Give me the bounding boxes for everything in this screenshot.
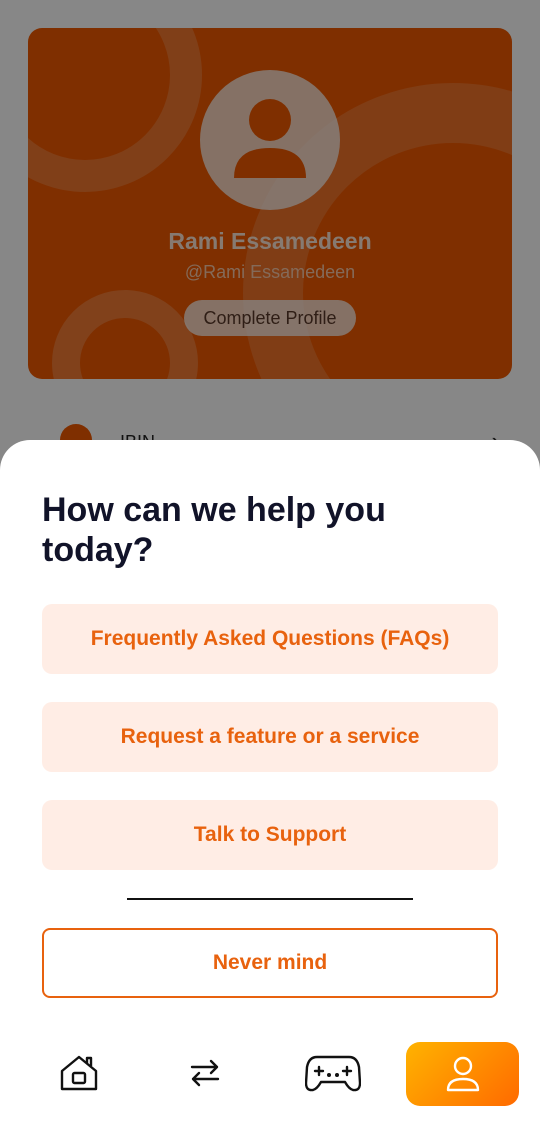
faq-button[interactable]: Frequently Asked Questions (FAQs) [42,604,498,674]
nav-transfer[interactable] [170,1040,240,1106]
nav-home[interactable] [44,1040,114,1106]
divider [127,898,413,900]
nav-games[interactable] [298,1040,368,1106]
user-icon [446,1056,479,1092]
request-feature-button[interactable]: Request a feature or a service [42,702,498,772]
never-mind-button[interactable]: Never mind [42,928,498,998]
home-icon [60,1055,98,1091]
sheet-title: How can we help you today? [42,491,386,569]
transfer-icon [190,1059,220,1087]
nav-profile[interactable] [406,1042,519,1106]
bottom-nav [0,1040,540,1110]
gamepad-icon [305,1055,361,1092]
help-bottom-sheet: How can we help you today? Frequently As… [0,440,540,1134]
talk-to-support-button[interactable]: Talk to Support [42,800,498,870]
